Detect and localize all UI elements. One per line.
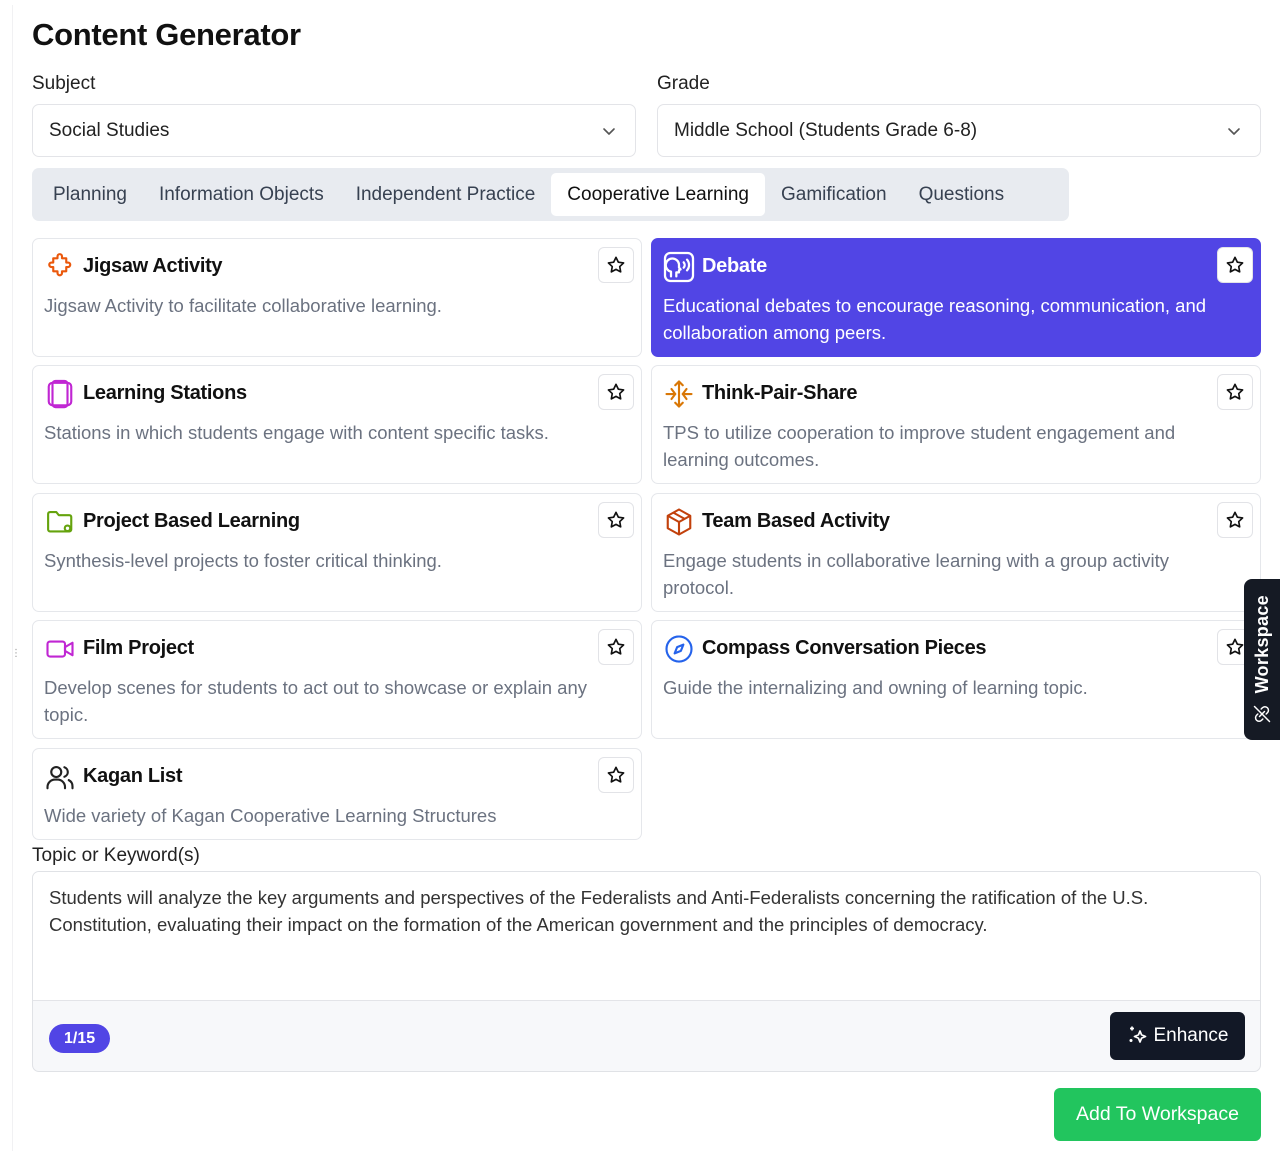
stations-icon <box>44 378 76 410</box>
card-title: Learning Stations <box>83 382 247 404</box>
favorite-button[interactable] <box>598 629 634 665</box>
card-title: Team Based Activity <box>702 510 890 532</box>
subject-select[interactable]: Social Studies <box>32 104 636 157</box>
tab-questions[interactable]: Questions <box>903 173 1021 216</box>
tab-information-objects[interactable]: Information Objects <box>143 173 340 216</box>
card-learning-stations[interactable]: Learning Stations Stations in which stud… <box>32 365 642 484</box>
card-film-project[interactable]: Film Project Develop scenes for students… <box>32 620 642 739</box>
card-compass-conversation-pieces[interactable]: Compass Conversation Pieces Guide the in… <box>651 620 1261 739</box>
arrows-exchange-icon <box>663 378 695 410</box>
card-title: Debate <box>702 255 767 277</box>
chevron-down-icon <box>1228 128 1240 135</box>
video-icon <box>44 633 76 665</box>
card-kagan-list[interactable]: Kagan List Wide variety of Kagan Coopera… <box>32 748 642 840</box>
workspace-toggle[interactable]: Workspace <box>1244 579 1280 740</box>
card-think-pair-share[interactable]: Think-Pair-Share TPS to utilize cooperat… <box>651 365 1261 484</box>
users-icon <box>44 761 76 793</box>
tab-independent-practice[interactable]: Independent Practice <box>340 173 552 216</box>
card-title: Project Based Learning <box>83 510 300 532</box>
package-icon <box>663 506 695 538</box>
subject-value: Social Studies <box>49 119 170 141</box>
card-description: Guide the internalizing and owning of le… <box>663 677 1088 698</box>
card-jigsaw-activity[interactable]: Jigsaw Activity Jigsaw Activity to facil… <box>32 238 642 357</box>
add-to-workspace-button[interactable]: Add To Workspace <box>1054 1088 1261 1141</box>
favorite-button[interactable] <box>598 247 634 283</box>
card-title: Kagan List <box>83 765 183 787</box>
star-icon <box>607 383 625 400</box>
card-title: Jigsaw Activity <box>83 255 223 277</box>
tab-gamification[interactable]: Gamification <box>765 173 903 216</box>
favorite-button[interactable] <box>1217 247 1253 283</box>
card-description: Engage students in collaborative learnin… <box>663 550 1169 598</box>
enhance-label: Enhance <box>1153 1025 1229 1046</box>
card-debate[interactable]: Debate Educational debates to encourage … <box>651 238 1261 357</box>
star-icon <box>607 766 625 783</box>
workspace-label: Workspace <box>1251 595 1272 694</box>
speaking-head-icon <box>663 251 695 283</box>
card-description: TPS to utilize cooperation to improve st… <box>663 422 1176 470</box>
card-description: Wide variety of Kagan Cooperative Learni… <box>44 805 497 826</box>
card-description: Stations in which students engage with c… <box>44 422 549 443</box>
star-icon <box>607 511 625 528</box>
favorite-button[interactable] <box>598 757 634 793</box>
card-title: Compass Conversation Pieces <box>702 637 987 659</box>
card-team-based-activity[interactable]: Team Based Activity Engage students in c… <box>651 493 1261 612</box>
usage-counter-badge: 1/15 <box>49 1024 111 1053</box>
topic-textarea[interactable]: Students will analyze the key arguments … <box>33 872 1260 1001</box>
enhance-button[interactable]: Enhance <box>1110 1012 1245 1060</box>
topic-editor: Students will analyze the key arguments … <box>32 871 1261 1072</box>
star-icon <box>607 638 625 655</box>
star-icon <box>607 256 625 273</box>
favorite-button[interactable] <box>598 502 634 538</box>
star-icon <box>1226 638 1244 655</box>
drag-handle-icon[interactable]: ⋮ <box>11 649 21 666</box>
favorite-button[interactable] <box>1217 374 1253 410</box>
page-title: Content Generator <box>32 17 301 52</box>
favorite-button[interactable] <box>598 374 634 410</box>
chevron-down-icon <box>603 128 615 135</box>
folder-icon <box>44 506 76 538</box>
card-title: Film Project <box>83 637 194 659</box>
content-generator-panel: Content Generator Subject Social Studies… <box>12 5 1280 1151</box>
grade-select[interactable]: Middle School (Students Grade 6-8) <box>657 104 1261 157</box>
star-icon <box>1226 256 1244 273</box>
card-description: Jigsaw Activity to facilitate collaborat… <box>44 295 442 316</box>
puzzle-icon <box>44 251 76 283</box>
subject-label: Subject <box>32 73 96 94</box>
compass-icon <box>663 633 695 665</box>
sparkles-icon <box>1129 1026 1147 1043</box>
card-description: Synthesis-level projects to foster criti… <box>44 550 442 571</box>
category-tabs: Planning Information Objects Independent… <box>32 168 1069 221</box>
grade-label: Grade <box>657 73 710 94</box>
tab-cooperative-learning[interactable]: Cooperative Learning <box>551 173 765 216</box>
card-project-based-learning[interactable]: Project Based Learning Synthesis-level p… <box>32 493 642 612</box>
grade-value: Middle School (Students Grade 6-8) <box>674 119 978 141</box>
card-description: Develop scenes for students to act out t… <box>44 677 587 725</box>
tab-planning[interactable]: Planning <box>37 173 143 216</box>
card-description: Educational debates to encourage reasoni… <box>663 295 1207 343</box>
topic-label: Topic or Keyword(s) <box>32 845 200 866</box>
favorite-button[interactable] <box>1217 502 1253 538</box>
unlink-icon <box>1253 705 1271 722</box>
star-icon <box>1226 383 1244 400</box>
card-title: Think-Pair-Share <box>702 382 858 404</box>
star-icon <box>1226 511 1244 528</box>
